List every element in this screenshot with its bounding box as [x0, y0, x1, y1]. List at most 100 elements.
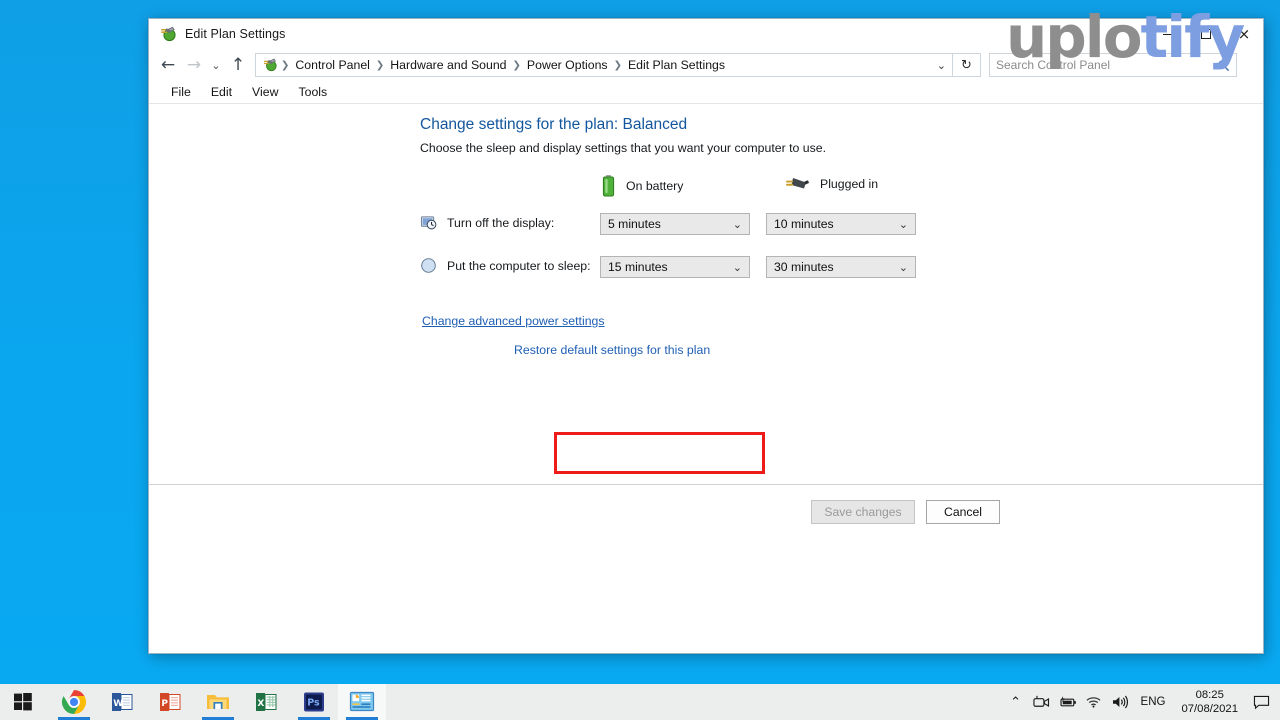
breadcrumb-item-control-panel[interactable]: Control Panel — [290, 58, 375, 72]
setting-label-put-computer-to-sleep: Put the computer to sleep: — [447, 258, 591, 273]
system-tray: ⌃ ENG 08:25 07/08/2021 — [1003, 684, 1280, 720]
cancel-button[interactable]: Cancel — [926, 500, 1000, 524]
forward-button[interactable]: → — [181, 52, 207, 78]
back-button[interactable]: ← — [155, 52, 181, 78]
search-input[interactable]: Search Control Panel — [996, 58, 1110, 72]
taskbar-item-chrome[interactable] — [50, 684, 98, 720]
excel-icon: X — [256, 693, 277, 711]
battery-icon — [601, 174, 616, 198]
page-subtitle: Choose the sleep and display settings th… — [420, 141, 827, 155]
close-button[interactable]: × — [1225, 19, 1263, 49]
svg-text:Ps: Ps — [307, 698, 320, 709]
chevron-down-icon: ⌄ — [732, 260, 742, 274]
menu-item-edit[interactable]: Edit — [201, 85, 242, 99]
taskbar: W P X Ps ⌃ ENG 08:25 07/08/2021 — [0, 684, 1280, 720]
breadcrumb-power-plan-icon — [262, 57, 278, 73]
menu-bar: File Edit View Tools — [149, 81, 1263, 104]
control-panel-icon — [349, 691, 375, 712]
taskbar-item-excel[interactable]: X — [242, 684, 290, 720]
word-icon: W — [112, 693, 133, 711]
chevron-down-icon[interactable]: ⌄ — [937, 59, 946, 72]
window-titlebar[interactable]: Edit Plan Settings × — [149, 19, 1263, 49]
chevron-down-icon: ⌄ — [898, 217, 908, 231]
setting-row-put-computer-to-sleep: Put the computer to sleep: — [420, 257, 591, 274]
taskbar-item-word[interactable]: W — [98, 684, 146, 720]
edit-plan-settings-window: Edit Plan Settings × ← → ⌄ ↑ ❯ Control P… — [148, 18, 1264, 654]
display-clock-icon — [420, 214, 437, 231]
breadcrumb-separator: ❯ — [613, 59, 622, 71]
taskbar-item-control-panel[interactable] — [338, 684, 386, 720]
breadcrumb-separator: ❯ — [281, 59, 290, 71]
column-header-on-battery: On battery — [601, 174, 683, 198]
svg-text:X: X — [257, 699, 264, 709]
column-label-on-battery: On battery — [626, 179, 684, 193]
wifi-icon[interactable] — [1081, 684, 1107, 720]
save-changes-label: Save changes — [824, 505, 902, 519]
svg-text:P: P — [161, 699, 168, 709]
column-label-plugged-in: Plugged in — [820, 177, 879, 191]
highlight-box — [554, 432, 765, 474]
breadcrumb-item-edit-plan-settings[interactable]: Edit Plan Settings — [623, 58, 730, 72]
column-header-plugged-in: Plugged in — [784, 174, 878, 194]
setting-label-turn-off-display: Turn off the display: — [447, 215, 555, 230]
breadcrumb-separator: ❯ — [375, 59, 385, 71]
breadcrumb-item-power-options[interactable]: Power Options — [522, 58, 613, 72]
chevron-down-icon: ⌄ — [732, 217, 742, 231]
menu-item-view[interactable]: View — [242, 85, 288, 99]
clock-time: 08:25 — [1195, 688, 1224, 701]
address-bar[interactable]: ❯ Control Panel ❯ Hardware and Sound ❯ P… — [255, 53, 953, 77]
search-control-panel-box[interactable]: Search Control Panel — [989, 53, 1237, 77]
taskbar-item-powerpoint[interactable]: P — [146, 684, 194, 720]
taskbar-item-photoshop[interactable]: Ps — [290, 684, 338, 720]
up-button[interactable]: ↑ — [225, 52, 251, 78]
search-icon — [1217, 59, 1230, 72]
camera-icon[interactable] — [1029, 684, 1055, 720]
setting-row-turn-off-display: Turn off the display: — [420, 214, 554, 231]
chrome-icon — [61, 690, 87, 714]
clock[interactable]: 08:25 07/08/2021 — [1173, 688, 1246, 716]
window-controls: × — [1149, 19, 1263, 49]
combobox-sleep-on-battery[interactable]: 15 minutes ⌄ — [600, 256, 750, 278]
maximize-button[interactable] — [1187, 19, 1225, 49]
taskbar-item-file-explorer[interactable] — [194, 684, 242, 720]
combobox-value: 5 minutes — [608, 217, 661, 231]
menu-item-tools[interactable]: Tools — [288, 85, 337, 99]
combobox-value: 30 minutes — [774, 260, 834, 274]
battery-charging-icon[interactable] — [1055, 684, 1081, 720]
breadcrumb-separator: ❯ — [512, 59, 521, 71]
recent-locations-button[interactable]: ⌄ — [207, 52, 225, 78]
link-change-advanced-power-settings[interactable]: Change advanced power settings — [422, 312, 605, 330]
link-label: Restore default settings for this plan — [514, 343, 711, 357]
language-indicator[interactable]: ENG — [1133, 696, 1174, 708]
svg-text:W: W — [113, 699, 123, 709]
combobox-display-on-battery[interactable]: 5 minutes ⌄ — [600, 213, 750, 235]
chevron-down-icon: ⌄ — [898, 260, 908, 274]
settings-content: Change settings for the plan: Balanced C… — [149, 104, 1263, 652]
close-icon: × — [1237, 24, 1251, 43]
footer-divider — [149, 484, 1263, 485]
breadcrumb-item-hardware-and-sound[interactable]: Hardware and Sound — [385, 58, 511, 72]
save-changes-button[interactable]: Save changes — [811, 500, 915, 524]
combobox-sleep-plugged-in[interactable]: 30 minutes ⌄ — [766, 256, 916, 278]
start-button[interactable] — [0, 684, 46, 720]
navigation-bar: ← → ⌄ ↑ ❯ Control Panel ❯ Hardware and S… — [149, 49, 1263, 81]
page-title: Change settings for the plan: Balanced — [420, 116, 688, 133]
link-restore-default-settings[interactable]: Restore default settings for this plan — [514, 341, 710, 359]
volume-icon[interactable] — [1107, 684, 1133, 720]
powerpoint-icon: P — [160, 693, 181, 711]
combobox-display-plugged-in[interactable]: 10 minutes ⌄ — [766, 213, 916, 235]
minimize-button[interactable] — [1149, 19, 1187, 49]
refresh-button[interactable]: ↻ — [953, 53, 981, 77]
power-plan-icon — [159, 25, 177, 43]
notification-center-button[interactable] — [1246, 684, 1276, 720]
window-title: Edit Plan Settings — [185, 27, 286, 41]
power-plug-icon — [784, 174, 810, 194]
windows-start-icon — [14, 693, 32, 711]
notification-icon — [1253, 695, 1269, 709]
link-label: Change advanced power settings — [422, 314, 605, 328]
cancel-label: Cancel — [944, 505, 982, 519]
file-explorer-icon — [207, 695, 229, 709]
clock-date: 07/08/2021 — [1181, 703, 1238, 715]
menu-item-file[interactable]: File — [161, 85, 201, 99]
show-hidden-icons-button[interactable]: ⌃ — [1003, 684, 1029, 720]
